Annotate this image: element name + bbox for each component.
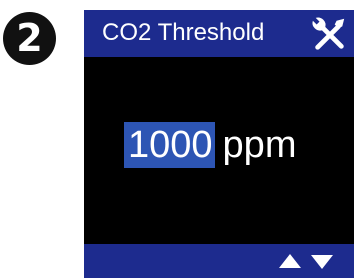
arrow-up-icon[interactable] — [279, 254, 301, 268]
wrench-screwdriver-icon — [312, 17, 345, 50]
navigation-bar — [84, 244, 354, 278]
device-screen: CO2 Threshold 1000 ppm — [84, 10, 354, 278]
step-number-badge: 2 — [3, 12, 56, 65]
threshold-value-row: 1000 ppm — [124, 122, 296, 168]
unit-label: ppm — [222, 124, 297, 166]
screen-title: CO2 Threshold — [102, 19, 265, 46]
title-bar: CO2 Threshold — [84, 10, 354, 57]
threshold-value-field[interactable]: 1000 — [124, 122, 215, 168]
arrow-down-icon[interactable] — [311, 255, 333, 269]
